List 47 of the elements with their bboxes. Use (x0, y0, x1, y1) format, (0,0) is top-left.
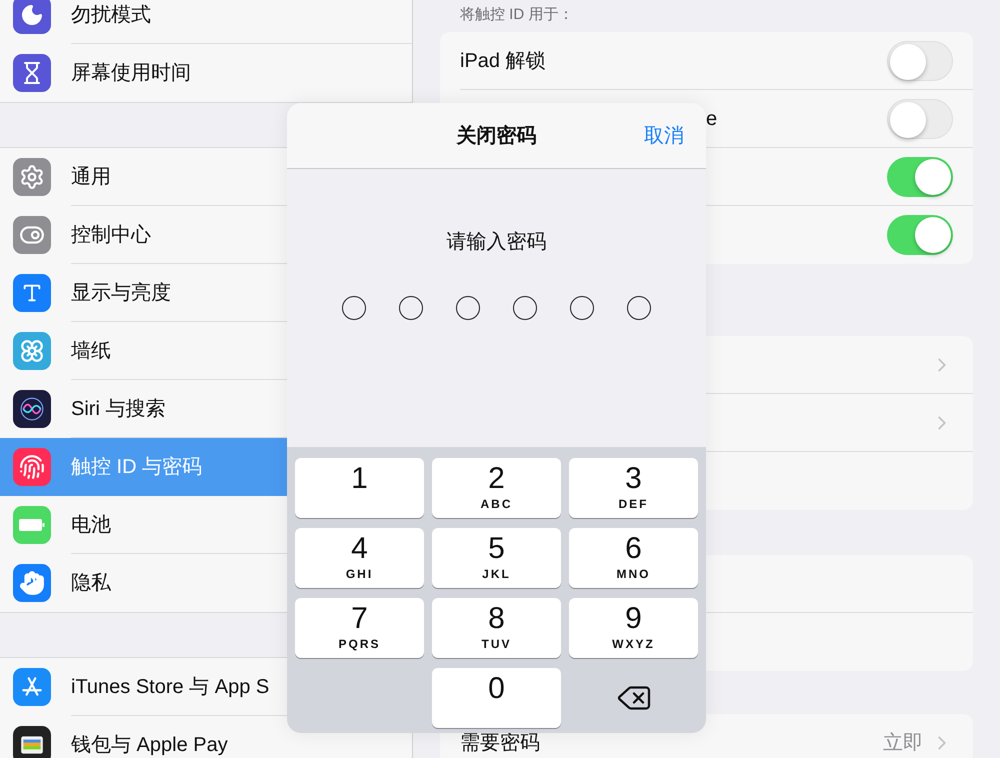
setting-label: iPad 解锁 (460, 48, 546, 74)
cancel-button[interactable]: 取消 (634, 120, 684, 150)
keypad-key[interactable]: 6 MNO (569, 528, 698, 588)
sidebar-label: 钱包与 Apple Pay (71, 733, 228, 758)
keypad-key[interactable]: 5 JKL (432, 528, 561, 588)
passcode-prompt: 请输入密码 (446, 230, 546, 255)
toggle-switch[interactable] (887, 215, 953, 255)
sidebar-label: 电池 (71, 512, 111, 538)
section-header: 将触控 ID 用于： (460, 4, 574, 24)
sidebar-item[interactable]: 勿扰模式 (0, 0, 412, 44)
setting-label: 需要密码 (460, 731, 540, 756)
keypad-key[interactable]: 7 PQRS (295, 598, 424, 658)
sidebar-label: 显示与亮度 (71, 280, 171, 306)
keypad-key[interactable]: 3 DEF (569, 458, 698, 518)
sidebar-item[interactable]: 屏幕使用时间 (0, 44, 412, 102)
row-value: 立即 (883, 731, 923, 756)
switches-icon (13, 216, 51, 254)
keypad-key[interactable]: 8 TUV (432, 598, 561, 658)
sidebar-label: 墙纸 (71, 338, 111, 364)
app-store-icon (13, 668, 51, 706)
keypad-key[interactable]: 4 GHI (295, 528, 424, 588)
flower-icon (13, 332, 51, 370)
wallet-icon (13, 726, 51, 758)
dialog-title: 关闭密码 (456, 124, 536, 148)
sidebar-label: 勿扰模式 (71, 2, 151, 28)
battery-icon (13, 506, 51, 544)
toggle-switch[interactable] (887, 40, 953, 80)
keypad-key[interactable]: 9 WXYZ (569, 598, 698, 658)
sidebar-label: 触控 ID 与密码 (71, 455, 202, 480)
sidebar-label: 控制中心 (71, 222, 151, 248)
sidebar-label: 通用 (71, 164, 111, 190)
keypad-key[interactable]: 2 ABC (432, 458, 561, 518)
toggle-switch[interactable] (887, 156, 953, 196)
sidebar-label: 隐私 (71, 571, 111, 596)
fingerprint-icon (13, 448, 51, 486)
sidebar-label: iTunes Store 与 App S (71, 674, 270, 700)
keypad-key[interactable]: 0 (432, 668, 561, 728)
hourglass-icon (13, 54, 51, 92)
hand-icon (13, 564, 51, 602)
toggle-switch[interactable] (887, 98, 953, 138)
setting-label: e (706, 106, 718, 132)
sidebar-label: 屏幕使用时间 (71, 61, 191, 86)
sidebar-label: Siri 与搜索 (71, 396, 166, 422)
gear-icon (13, 158, 51, 196)
keypad-key[interactable]: 1 (295, 458, 424, 518)
text-size-icon (13, 274, 51, 312)
siri-icon (13, 390, 51, 428)
